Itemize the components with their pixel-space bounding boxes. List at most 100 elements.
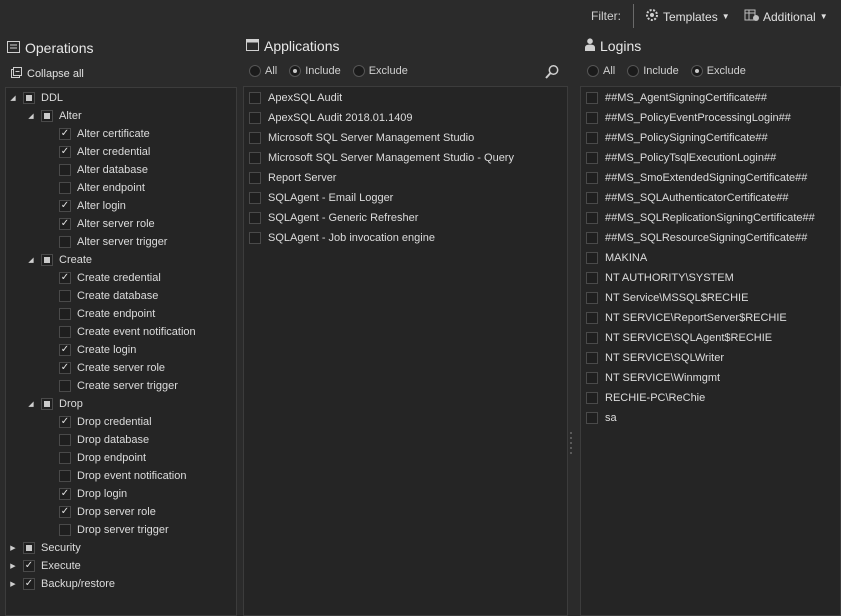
list-item-checkbox[interactable] [586, 172, 598, 184]
list-item[interactable]: NT AUTHORITY\SYSTEM [581, 268, 840, 288]
tree-checkbox[interactable]: ✓ [23, 560, 35, 572]
tree-checkbox[interactable] [59, 164, 71, 176]
radio-include[interactable] [289, 65, 302, 77]
tree-checkbox[interactable]: ✓ [59, 200, 71, 212]
tree-group[interactable]: ◢ Drop [27, 395, 83, 413]
tree-item[interactable]: ✓ Create server role [59, 359, 165, 377]
tree-checkbox[interactable] [59, 182, 71, 194]
list-item-checkbox[interactable] [586, 292, 598, 304]
tree-item[interactable]: ✓ Create login [59, 341, 136, 359]
list-item[interactable]: Microsoft SQL Server Management Studio [244, 128, 567, 148]
list-item-checkbox[interactable] [249, 132, 261, 144]
tree-item[interactable]: ✓ Create credential [59, 269, 161, 287]
list-item[interactable]: SQLAgent - Generic Refresher [244, 208, 567, 228]
tree-item[interactable]: ✓ Drop server role [59, 503, 156, 521]
tree-checkbox[interactable] [59, 434, 71, 446]
radio-all[interactable] [587, 65, 599, 77]
tree-group[interactable]: ◢ Create [27, 251, 92, 269]
applications-radio-exclude[interactable]: Exclude [352, 65, 408, 77]
tree-checkbox[interactable]: ✓ [23, 578, 35, 590]
expand-open-icon[interactable]: ◢ [27, 400, 35, 408]
list-item-checkbox[interactable] [249, 212, 261, 224]
list-item[interactable]: Report Server [244, 168, 567, 188]
tree-checkbox[interactable] [59, 308, 71, 320]
tree-item[interactable]: Drop database [59, 431, 149, 449]
list-item-checkbox[interactable] [586, 252, 598, 264]
expand-open-icon[interactable]: ◢ [27, 112, 35, 120]
tree-group[interactable]: ◢ DDL [9, 89, 63, 107]
applications-radio-all[interactable]: All [249, 65, 277, 77]
list-item[interactable]: ##MS_SQLReplicationSigningCertificate## [581, 208, 840, 228]
expand-closed-icon[interactable]: ▶ [9, 544, 17, 552]
tree-checkbox[interactable] [59, 236, 71, 248]
list-item[interactable]: ApexSQL Audit [244, 88, 567, 108]
logins-radio-all[interactable]: All [587, 65, 615, 77]
radio-exclude[interactable] [352, 65, 365, 77]
list-item-checkbox[interactable] [586, 132, 598, 144]
list-item[interactable]: ##MS_SmoExtendedSigningCertificate## [581, 168, 840, 188]
list-item-checkbox[interactable] [586, 272, 598, 284]
list-item[interactable]: SQLAgent - Job invocation engine [244, 228, 567, 248]
list-item[interactable]: NT SERVICE\ReportServer$RECHIE [581, 308, 840, 328]
tree-checkbox[interactable]: ✓ [59, 362, 71, 374]
tree-item[interactable]: Alter database [59, 161, 148, 179]
list-item-checkbox[interactable] [586, 212, 598, 224]
list-item[interactable]: RECHIE-PC\ReChie [581, 388, 840, 408]
list-item[interactable]: NT SERVICE\SQLWriter [581, 348, 840, 368]
tree-item[interactable]: ✓ Drop credential [59, 413, 152, 431]
logins-radio-exclude[interactable]: Exclude [690, 65, 746, 77]
tree-checkbox[interactable] [59, 452, 71, 464]
tree-item[interactable]: Create database [59, 287, 158, 305]
list-item-checkbox[interactable] [586, 412, 598, 424]
tree-item[interactable]: ✓ Alter server role [59, 215, 155, 233]
expand-closed-icon[interactable]: ▶ [9, 562, 17, 570]
tree-item[interactable]: ✓ Alter login [59, 197, 126, 215]
list-item[interactable]: ##MS_PolicySigningCertificate## [581, 128, 840, 148]
tree-checkbox[interactable] [41, 110, 53, 122]
radio-include[interactable] [627, 65, 640, 77]
tree-group[interactable]: ▶ ✓ Execute [9, 557, 81, 575]
tree-group[interactable]: ▶ ✓ Backup/restore [9, 575, 115, 593]
tree-item[interactable]: Drop endpoint [59, 449, 146, 467]
list-item[interactable]: ##MS_SQLAuthenticatorCertificate## [581, 188, 840, 208]
list-item-checkbox[interactable] [586, 152, 598, 164]
list-item-checkbox[interactable] [586, 392, 598, 404]
radio-all[interactable] [249, 65, 261, 77]
list-item-checkbox[interactable] [249, 172, 261, 184]
expand-open-icon[interactable]: ◢ [9, 94, 17, 102]
list-item-checkbox[interactable] [249, 112, 261, 124]
tree-checkbox[interactable]: ✓ [59, 488, 71, 500]
tree-item[interactable]: ✓ Drop login [59, 485, 127, 503]
splitter-handle[interactable] [569, 432, 573, 454]
tree-checkbox[interactable]: ✓ [59, 128, 71, 140]
list-item[interactable]: SQLAgent - Email Logger [244, 188, 567, 208]
additional-button[interactable]: Additional ▼ [744, 8, 828, 25]
list-item[interactable]: ##MS_SQLResourceSigningCertificate## [581, 228, 840, 248]
tree-item[interactable]: Create endpoint [59, 305, 155, 323]
tree-checkbox[interactable] [59, 380, 71, 392]
list-item-checkbox[interactable] [249, 192, 261, 204]
radio-exclude[interactable] [690, 65, 703, 77]
expand-closed-icon[interactable]: ▶ [9, 580, 17, 588]
list-item-checkbox[interactable] [586, 352, 598, 364]
list-item[interactable]: sa [581, 408, 840, 428]
list-item-checkbox[interactable] [586, 332, 598, 344]
list-item-checkbox[interactable] [586, 112, 598, 124]
tree-checkbox[interactable] [41, 254, 53, 266]
tree-checkbox[interactable] [23, 92, 35, 104]
tree-item[interactable]: Create server trigger [59, 377, 178, 395]
tree-group[interactable]: ▶ Security [9, 539, 81, 557]
list-item[interactable]: Microsoft SQL Server Management Studio -… [244, 148, 567, 168]
list-item-checkbox[interactable] [586, 232, 598, 244]
tree-checkbox[interactable]: ✓ [59, 344, 71, 356]
tree-item[interactable]: ✓ Alter credential [59, 143, 150, 161]
list-item-checkbox[interactable] [249, 152, 261, 164]
tree-checkbox[interactable] [59, 326, 71, 338]
list-item-checkbox[interactable] [249, 92, 261, 104]
tree-checkbox[interactable] [23, 542, 35, 554]
list-item-checkbox[interactable] [586, 192, 598, 204]
list-item-checkbox[interactable] [586, 92, 598, 104]
tree-item[interactable]: Alter endpoint [59, 179, 145, 197]
list-item-checkbox[interactable] [586, 312, 598, 324]
tree-checkbox[interactable]: ✓ [59, 506, 71, 518]
